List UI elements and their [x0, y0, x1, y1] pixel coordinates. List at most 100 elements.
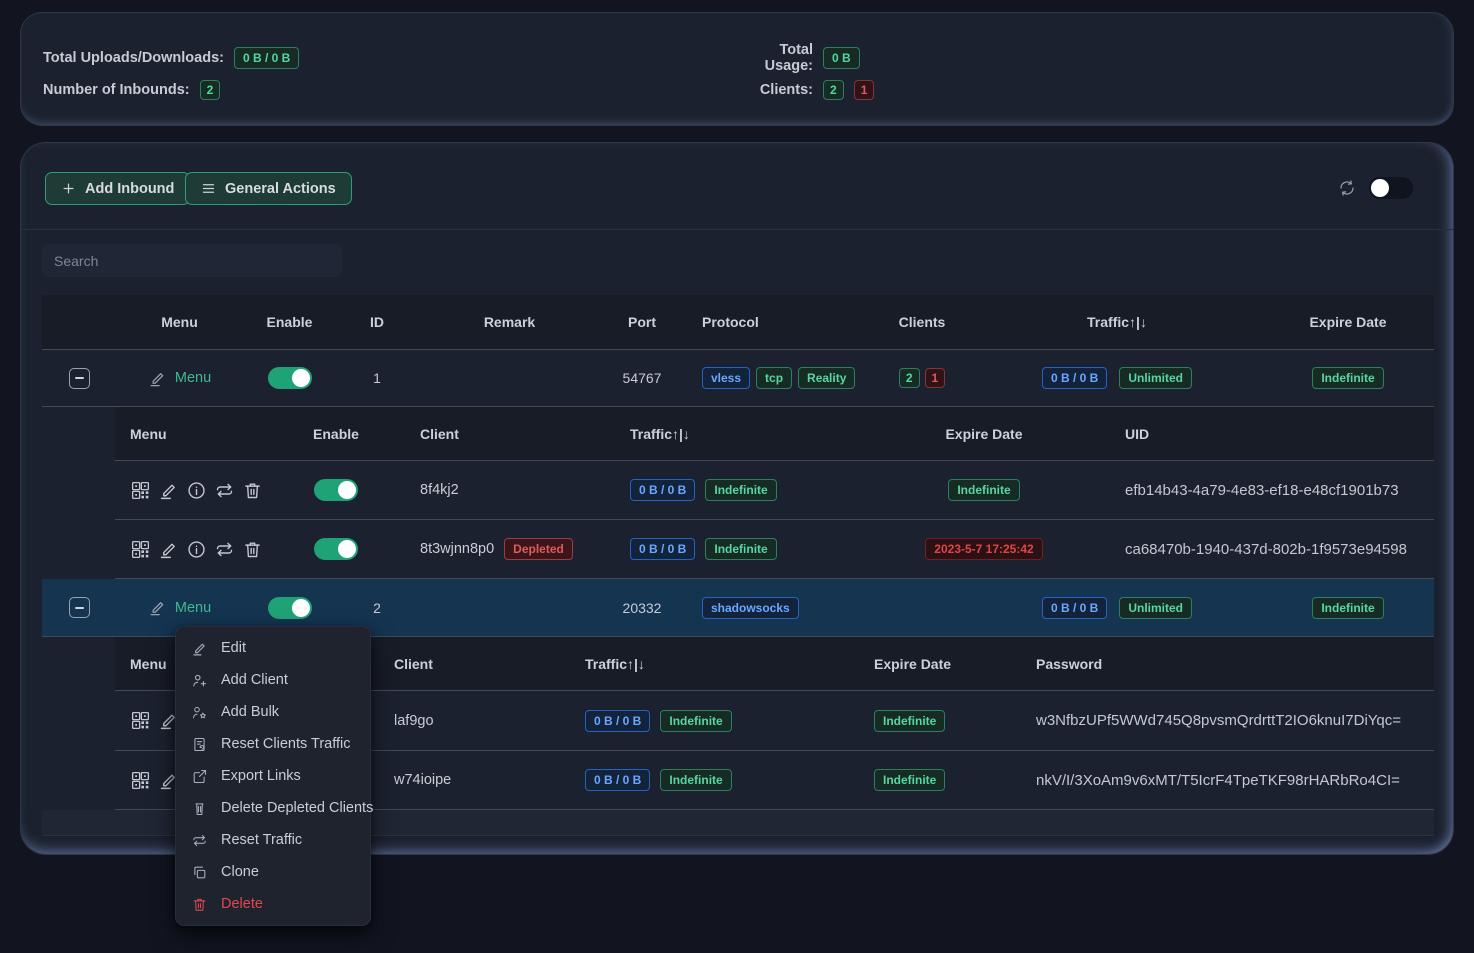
add-bulk-icon	[191, 704, 208, 721]
expire-badge: Indefinite	[874, 710, 945, 732]
qr-code-icon[interactable]	[130, 480, 151, 501]
collapse-row-button[interactable]	[69, 597, 90, 618]
header-client: Client	[373, 656, 559, 672]
enable-toggle[interactable]	[268, 367, 312, 389]
menu-item-clone[interactable]: Clone	[176, 856, 370, 888]
header-traffic: Traffic↑|↓	[559, 656, 839, 672]
inbound-id: 1	[337, 370, 417, 386]
inbound-context-menu: Edit Add Client Add Bulk Reset Clients T…	[175, 626, 371, 926]
inbound-row-1: Menu 1 54767 vless tcp Reality 2 1 0 B /…	[42, 350, 1434, 407]
menu-item-delete[interactable]: Delete	[176, 888, 370, 920]
duration-badge: Indefinite	[660, 710, 731, 732]
refresh-icon[interactable]	[1338, 179, 1356, 197]
minus-icon	[75, 377, 84, 379]
menu-item-label: Delete Depleted Clients	[221, 800, 373, 816]
info-icon[interactable]	[186, 539, 207, 560]
clients-active-badge: 2	[899, 368, 920, 388]
minus-icon	[75, 607, 84, 609]
toolbar-divider	[21, 229, 1453, 230]
add-inbound-button[interactable]: Add Inbound	[45, 172, 190, 205]
header-port: Port	[602, 314, 682, 330]
header-enable: Enable	[299, 426, 373, 442]
qr-code-icon[interactable]	[130, 539, 151, 560]
stat-value-badge: 0 B / 0 B	[234, 47, 299, 69]
menu-item-label: Add Bulk	[221, 704, 279, 720]
dark-mode-toggle[interactable]	[1369, 177, 1413, 199]
duration-badge: Indefinite	[660, 769, 731, 791]
edit-icon	[191, 640, 208, 657]
menu-item-label: Reset Clients Traffic	[221, 736, 350, 752]
expire-badge: 2023-5-7 17:25:42	[925, 538, 1042, 560]
header-expire-date: Expire Date	[1262, 314, 1434, 330]
protocol-tag: shadowsocks	[702, 597, 799, 619]
header-id: ID	[337, 314, 417, 330]
edit-icon[interactable]	[158, 539, 179, 560]
traffic-badge: 0 B / 0 B	[585, 769, 650, 791]
toggle-knob	[292, 369, 310, 387]
menu-item-label: Clone	[221, 864, 259, 880]
clone-icon	[191, 864, 208, 881]
enable-toggle[interactable]	[314, 479, 358, 501]
qr-code-icon[interactable]	[130, 770, 151, 791]
client-table-vless: Menu Enable Client Traffic↑|↓ Expire Dat…	[115, 407, 1434, 579]
menu-item-reset-clients-traffic[interactable]: Reset Clients Traffic	[176, 728, 370, 760]
header-uid: UID	[1089, 426, 1434, 442]
clients-depleted-badge: 1	[854, 80, 875, 100]
header-menu: Menu	[115, 426, 299, 442]
general-actions-button[interactable]: General Actions	[185, 172, 352, 205]
client-name: 8f4kj2	[373, 482, 559, 498]
toggle-knob	[1371, 179, 1389, 197]
row-menu-button[interactable]: Menu	[148, 598, 211, 617]
add-client-icon	[191, 672, 208, 689]
reset-traffic-icon[interactable]	[214, 480, 235, 501]
traffic-limit-badge: Unlimited	[1119, 597, 1192, 619]
info-icon[interactable]	[186, 480, 207, 501]
menu-item-edit[interactable]: Edit	[176, 632, 370, 664]
delete-icon[interactable]	[242, 539, 263, 560]
header-traffic: Traffic↑|↓	[972, 314, 1262, 330]
delete-icon[interactable]	[242, 480, 263, 501]
protocol-tag: tcp	[756, 367, 792, 389]
menu-item-reset-traffic[interactable]: Reset Traffic	[176, 824, 370, 856]
delete-icon	[191, 896, 208, 913]
client-uid: efb14b43-4a79-4e83-ef18-e48cf1901b73	[1089, 482, 1434, 499]
menu-item-add-bulk[interactable]: Add Bulk	[176, 696, 370, 728]
row-menu-label: Menu	[175, 370, 211, 386]
stat-total-usage: Total Usage: 0 B	[733, 45, 860, 71]
edit-icon[interactable]	[158, 480, 179, 501]
menu-item-label: Export Links	[221, 768, 301, 784]
enable-toggle[interactable]	[314, 538, 358, 560]
header-expire-date: Expire Date	[839, 656, 1019, 672]
traffic-badge: 0 B / 0 B	[630, 538, 695, 560]
stat-value-badge: 0 B	[823, 47, 860, 69]
stat-value-badge: 2	[200, 80, 221, 100]
menu-item-export-links[interactable]: Export Links	[176, 760, 370, 792]
duration-badge: Indefinite	[705, 479, 776, 501]
toggle-knob	[292, 599, 310, 617]
stat-label: Number of Inbounds:	[43, 82, 190, 98]
traffic-badge: 0 B / 0 B	[630, 479, 695, 501]
clients-active-badge: 2	[823, 80, 844, 100]
stat-label: Total Uploads/Downloads:	[43, 50, 224, 66]
edit-icon	[148, 598, 167, 617]
search-input[interactable]	[42, 244, 342, 277]
qr-code-icon[interactable]	[130, 710, 151, 731]
header-clients: Clients	[872, 314, 972, 330]
edit-icon	[148, 369, 167, 388]
reset-traffic-icon[interactable]	[214, 539, 235, 560]
collapse-row-button[interactable]	[69, 368, 90, 389]
general-actions-label: General Actions	[225, 181, 336, 197]
menu-item-add-client[interactable]: Add Client	[176, 664, 370, 696]
menu-item-delete-depleted-clients[interactable]: Delete Depleted Clients	[176, 792, 370, 824]
row-menu-button[interactable]: Menu	[148, 369, 211, 388]
menu-item-label: Reset Traffic	[221, 832, 302, 848]
client-password: w3NfbzUPf5WWd745Q8pvsmQrdrttT2IO6knuI7Di…	[1019, 712, 1434, 729]
stats-card: Total Uploads/Downloads: 0 B / 0 B Numbe…	[20, 12, 1454, 126]
header-enable: Enable	[242, 314, 337, 330]
expire-badge: Indefinite	[874, 769, 945, 791]
stat-total-uploads-downloads: Total Uploads/Downloads: 0 B / 0 B	[43, 45, 299, 71]
enable-toggle[interactable]	[268, 597, 312, 619]
inbound-port: 54767	[602, 370, 682, 386]
duration-badge: Indefinite	[705, 538, 776, 560]
delete-depleted-clients-icon	[191, 800, 208, 817]
